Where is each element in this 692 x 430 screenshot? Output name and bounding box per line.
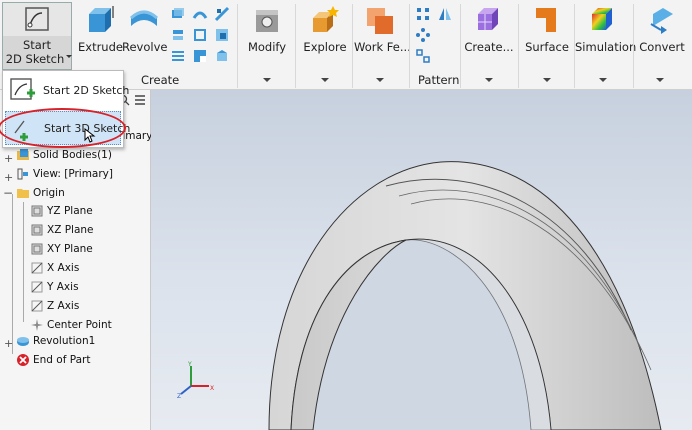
extrude-button[interactable]: Extrude	[78, 4, 123, 54]
tree-label: Origin	[33, 187, 65, 199]
tree-label: YZ Plane	[47, 205, 93, 217]
revolve-label: Revolve	[122, 40, 168, 54]
tree-xz-plane[interactable]: XZ Plane	[30, 223, 94, 237]
tree-z-axis[interactable]: Z Axis	[30, 299, 79, 313]
simulation-label: Simulation	[575, 40, 637, 54]
loft-icon[interactable]	[192, 6, 208, 22]
sketch-icon	[25, 7, 49, 31]
sketch-driven-pattern-icon[interactable]	[415, 48, 431, 64]
simulation-button[interactable]: Simulation	[575, 4, 637, 54]
tree-label: Revolution1	[33, 335, 96, 347]
tree-origin[interactable]: Origin	[16, 186, 65, 200]
explore-label: Explore	[303, 40, 347, 54]
view-triad-icon: Y X Z	[177, 361, 214, 400]
create-group-label: Create	[141, 73, 180, 87]
tree-label: Center Point	[47, 319, 112, 331]
rib-icon[interactable]	[214, 6, 230, 22]
explore-icon	[313, 6, 339, 32]
axis-icon	[31, 281, 43, 293]
sketch-2d-icon	[10, 78, 35, 100]
explore-button[interactable]: Explore	[302, 4, 348, 54]
freeform-box-icon	[478, 8, 498, 30]
mirror-icon[interactable]	[437, 6, 453, 22]
work-features-label: Work Fe...	[354, 40, 411, 54]
start-sketch-dropdown[interactable]: Start 2D Sketch	[2, 36, 72, 70]
rectangular-pattern-icon[interactable]	[415, 6, 431, 22]
graphics-viewport[interactable]: Y X Z	[151, 90, 692, 430]
axis-icon	[31, 262, 43, 274]
collapse-icon[interactable]: −	[3, 186, 13, 200]
menu-icon[interactable]	[134, 94, 146, 106]
menu-item-start-2d-sketch[interactable]: Start 2D Sketch	[5, 74, 129, 108]
tree-label: Solid Bodies(1)	[33, 149, 112, 161]
pattern-group-label: Pattern	[418, 73, 460, 87]
modify-icon	[256, 10, 278, 32]
plane-icon	[31, 224, 43, 236]
start-label-1: Start	[22, 38, 52, 52]
derive-icon[interactable]	[214, 27, 230, 43]
revolve-feature-icon	[17, 337, 29, 346]
simulation-icon	[592, 8, 612, 30]
expand-icon[interactable]: +	[4, 337, 13, 350]
surface-icon	[536, 8, 556, 32]
convert-icon	[650, 8, 673, 34]
expand-icon[interactable]: +	[4, 171, 13, 184]
surface-label: Surface	[525, 40, 569, 54]
modify-label: Modify	[247, 40, 287, 54]
svg-text:Y: Y	[187, 361, 192, 368]
folder-icon	[17, 149, 29, 160]
emboss-icon[interactable]	[192, 27, 208, 43]
tree-label: XZ Plane	[47, 224, 94, 236]
work-features-button[interactable]: Work Fe...	[354, 4, 411, 54]
chevron-down-icon	[66, 55, 72, 58]
tree-y-axis[interactable]: Y Axis	[30, 280, 79, 294]
tree-end-of-part[interactable]: End of Part	[16, 353, 90, 367]
plane-icon	[31, 205, 43, 217]
view-icon	[17, 168, 28, 180]
plane-icon	[31, 243, 43, 255]
spring-icon[interactable]	[170, 48, 186, 64]
tree-revolution1[interactable]: Revolution1	[16, 334, 95, 348]
tree-x-axis[interactable]: X Axis	[30, 261, 79, 275]
tree-label: End of Part	[33, 354, 91, 366]
tree-xy-plane[interactable]: XY Plane	[30, 242, 93, 256]
sweep-icon[interactable]	[170, 6, 186, 22]
decal-icon[interactable]	[192, 48, 208, 64]
modify-button[interactable]: Modify	[244, 4, 290, 54]
coil-icon[interactable]	[170, 27, 186, 43]
svg-text:X: X	[210, 385, 214, 392]
create-freeform-label: Create...	[464, 40, 514, 54]
tree-label: Z Axis	[47, 300, 80, 312]
axis-icon	[31, 300, 43, 312]
circular-pattern-icon[interactable]	[415, 27, 431, 43]
work-features-icon	[367, 8, 393, 34]
end-of-part-icon	[17, 354, 29, 366]
extrude-label: Extrude	[78, 40, 123, 54]
extrude-icon	[89, 6, 114, 32]
import-icon[interactable]	[214, 48, 230, 64]
revolve-icon	[129, 10, 159, 26]
convert-label: Convert	[639, 40, 685, 54]
folder-icon	[17, 189, 29, 198]
tree-solid-bodies[interactable]: Solid Bodies(1)	[16, 148, 112, 162]
highlight-ellipse	[0, 108, 126, 148]
expand-icon[interactable]: +	[4, 152, 13, 165]
tree-label: X Axis	[47, 262, 80, 274]
center-point-icon	[31, 319, 43, 331]
create-freeform-button[interactable]: Create...	[464, 4, 514, 54]
tree-label: Y Axis	[47, 281, 79, 293]
tree-center-point[interactable]: Center Point	[30, 318, 112, 332]
tree-yz-plane[interactable]: YZ Plane	[30, 204, 93, 218]
tree-view[interactable]: View: [Primary]	[16, 167, 113, 181]
menu-label: Start 2D Sketch	[43, 84, 130, 97]
start-label-2: 2D Sketch	[5, 52, 65, 66]
convert-button[interactable]: Convert	[637, 4, 687, 54]
tree-label: View: [Primary]	[33, 168, 113, 180]
ring-model[interactable]	[151, 90, 692, 430]
tree-label: XY Plane	[47, 243, 93, 255]
surface-button[interactable]: Surface	[522, 4, 572, 54]
svg-text:Z: Z	[177, 393, 181, 400]
revolve-button[interactable]: Revolve	[122, 4, 168, 54]
